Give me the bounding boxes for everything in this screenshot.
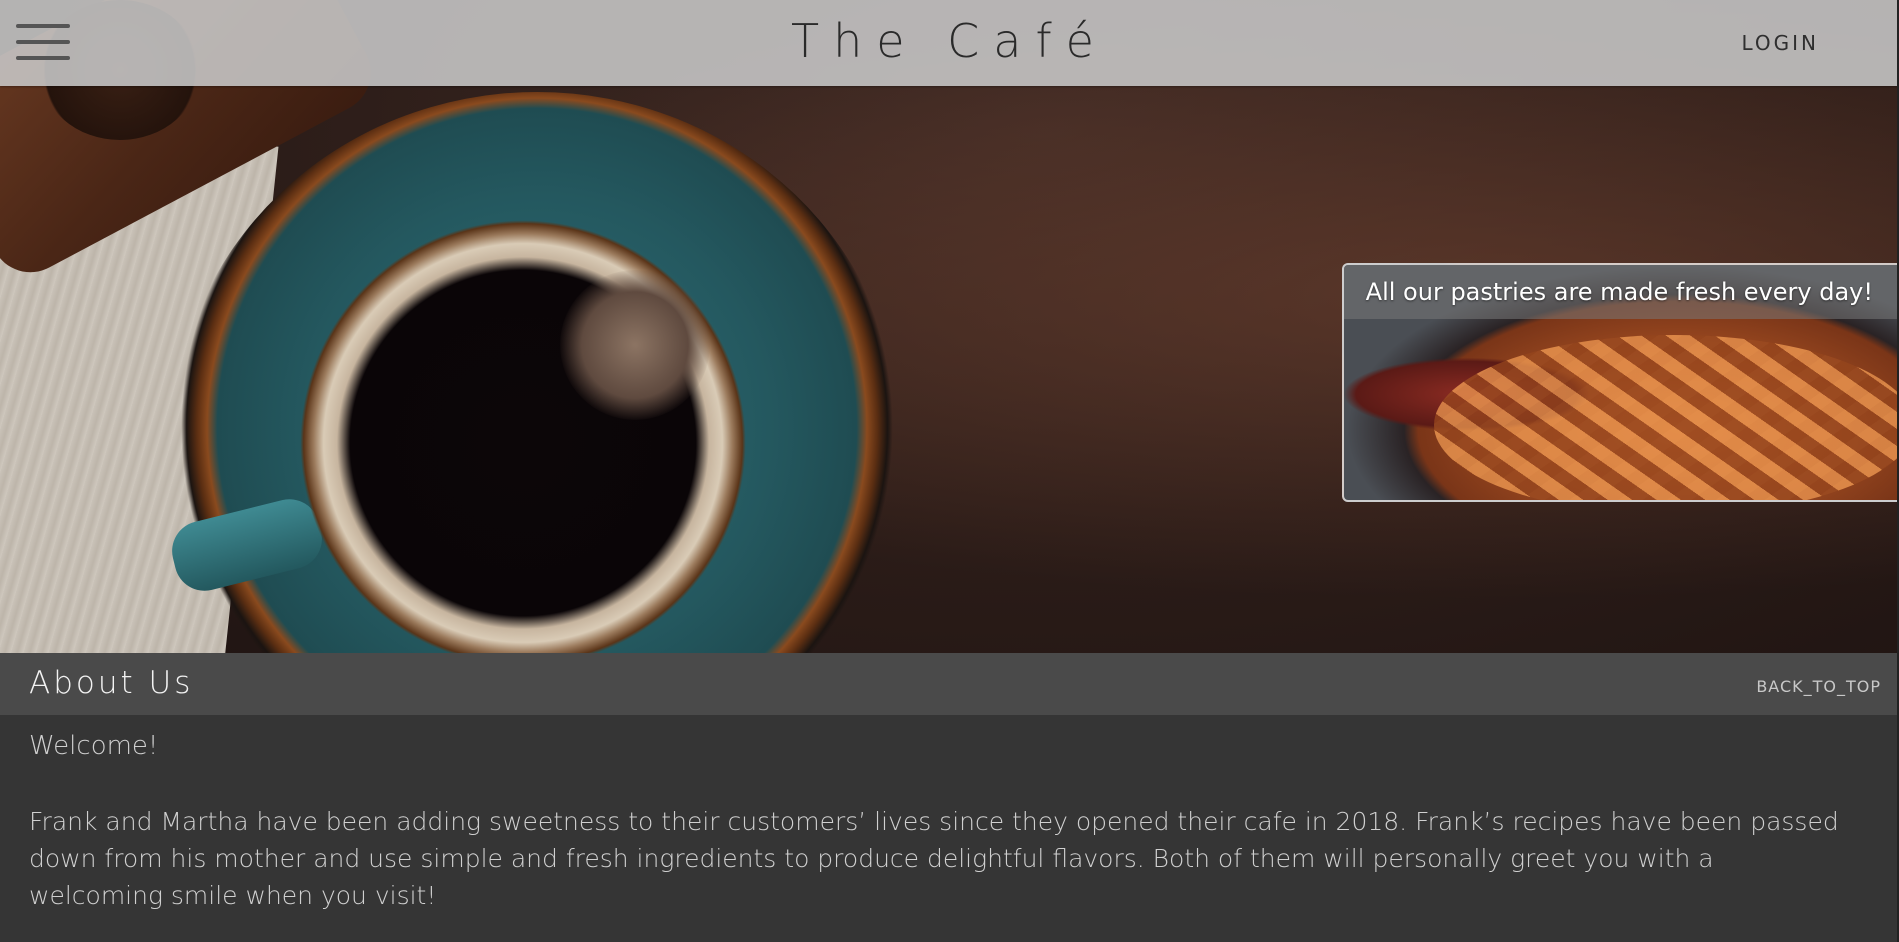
site-title[interactable]: The Café (0, 14, 1899, 68)
login-link[interactable]: LOGIN (1741, 31, 1819, 55)
hero-image: All our pastries are made fresh every da… (0, 0, 1899, 653)
about-section-header: About Us BACK_TO_TOP (0, 653, 1899, 715)
back-to-top-link[interactable]: BACK_TO_TOP (1756, 677, 1881, 696)
coffee-cup-graphic (288, 208, 758, 653)
about-section-body: Welcome! Frank and Martha have been addi… (0, 715, 1899, 942)
promo-caption: All our pastries are made fresh every da… (1344, 265, 1899, 319)
about-story-paragraph: Frank and Martha have been adding sweetn… (29, 807, 1839, 910)
page: All our pastries are made fresh every da… (0, 0, 1899, 942)
welcome-text: Welcome! (29, 731, 159, 761)
coffee-crema-graphic (560, 270, 710, 420)
about-title: About Us (29, 665, 194, 701)
pastry-promo-card[interactable]: All our pastries are made fresh every da… (1342, 263, 1899, 502)
pie-image (1434, 335, 1899, 500)
top-nav-bar: The Café LOGIN (0, 0, 1899, 86)
